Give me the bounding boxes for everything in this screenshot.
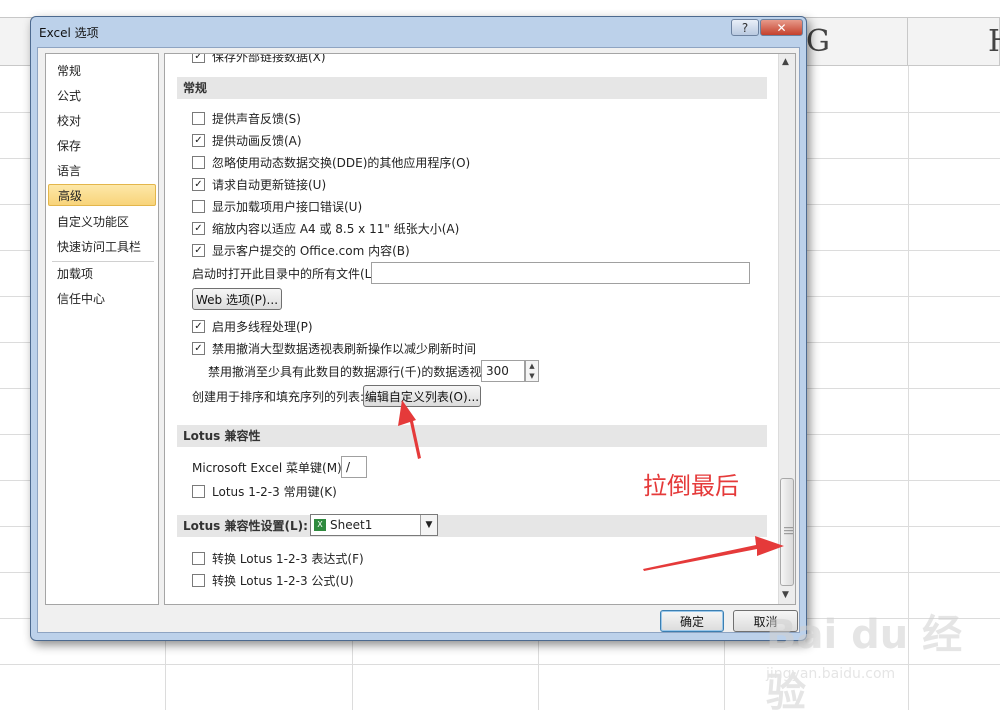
watermark-url: jingyan.baidu.com bbox=[766, 666, 896, 682]
option-disable-pivot-undo[interactable]: ✓ 禁用撤消大型数据透视表刷新操作以减少刷新时间 bbox=[192, 339, 476, 357]
annotation-text: 拉倒最后 bbox=[643, 472, 739, 500]
chevron-down-icon[interactable]: ▼ bbox=[420, 515, 437, 535]
lotus-sheet-select[interactable]: X Sheet1 ▼ bbox=[310, 514, 438, 536]
option-animation-feedback[interactable]: ✓ 提供动画反馈(A) bbox=[192, 131, 302, 149]
checkbox[interactable] bbox=[192, 551, 205, 565]
option-ignore-dde[interactable]: 忽略使用动态数据交换(DDE)的其他应用程序(O) bbox=[192, 153, 470, 171]
section-header-lotus-settings: Lotus 兼容性设置(L): bbox=[177, 515, 767, 537]
startup-folder-label: 启动时打开此目录中的所有文件(L): bbox=[192, 266, 381, 281]
scrollbar-thumb[interactable]: ― ― ― bbox=[780, 478, 794, 586]
checkbox[interactable] bbox=[192, 111, 205, 125]
option-office-com-content[interactable]: ✓ 显示客户提交的 Office.com 内容(B) bbox=[192, 241, 410, 259]
pivot-rows-input[interactable]: 300 bbox=[481, 360, 525, 382]
excel-options-dialog: Excel 选项 ? ✕ 常规 公式 校对 保存 语言 高级 自定义功能区 快速… bbox=[30, 16, 807, 641]
checkbox[interactable]: ✓ bbox=[192, 133, 205, 147]
option-multithread[interactable]: ✓ 启用多线程处理(P) bbox=[192, 317, 313, 335]
nav-item-language[interactable]: 语言 bbox=[48, 160, 156, 182]
option-addin-ui-errors[interactable]: 显示加载项用户接口错误(U) bbox=[192, 197, 362, 215]
checkbox[interactable] bbox=[192, 155, 205, 169]
checkbox[interactable]: ✓ bbox=[192, 177, 205, 191]
checkbox[interactable] bbox=[192, 199, 205, 213]
nav-item-save[interactable]: 保存 bbox=[48, 135, 156, 157]
checkbox[interactable]: ✓ bbox=[192, 319, 205, 333]
baidu-watermark: Bai du 经验 jingyan.baidu.com bbox=[766, 602, 966, 716]
option-sound-feedback[interactable]: 提供声音反馈(S) bbox=[192, 109, 301, 127]
nav-item-addins[interactable]: 加载项 bbox=[48, 263, 156, 285]
option-lotus-expressions[interactable]: 转换 Lotus 1-2-3 表达式(F) bbox=[192, 549, 364, 567]
nav-item-proofing[interactable]: 校对 bbox=[48, 110, 156, 132]
nav-item-quick-access-toolbar[interactable]: 快速访问工具栏 bbox=[48, 236, 156, 258]
checkbox[interactable] bbox=[192, 484, 205, 498]
grip-icon: ― ― ― bbox=[784, 523, 793, 539]
advanced-options-panel: ✓ 保存外部链接数据(X) 常规 提供声音反馈(S) ✓ 提供动画反馈(A) 忽… bbox=[164, 53, 796, 605]
startup-folder-input[interactable] bbox=[371, 262, 750, 284]
nav-item-formulas[interactable]: 公式 bbox=[48, 85, 156, 107]
checkbox[interactable]: ✓ bbox=[192, 243, 205, 257]
checkbox[interactable]: ✓ bbox=[192, 221, 205, 235]
menu-key-label: Microsoft Excel 菜单键(M): bbox=[192, 460, 346, 475]
checkbox[interactable]: ✓ bbox=[192, 54, 205, 63]
pivot-rows-label: 禁用撤消至少具有此数目的数据源行(千)的数据透视表: bbox=[208, 364, 498, 379]
section-header-general: 常规 bbox=[177, 77, 767, 99]
menu-key-input[interactable]: / bbox=[341, 456, 367, 478]
custom-list-label: 创建用于排序和填充序列的列表: bbox=[192, 389, 365, 404]
edit-custom-lists-button[interactable]: 编辑自定义列表(O)... bbox=[363, 385, 481, 407]
web-options-button[interactable]: Web 选项(P)... bbox=[192, 288, 282, 310]
pivot-rows-spinner[interactable]: ▲ ▼ bbox=[525, 360, 539, 382]
checkbox[interactable] bbox=[192, 573, 205, 587]
checkbox[interactable]: ✓ bbox=[192, 341, 205, 355]
nav-item-general[interactable]: 常规 bbox=[48, 60, 156, 82]
vertical-scrollbar[interactable]: ▲ ― ― ― ▼ bbox=[778, 54, 795, 604]
option-lotus-formulas[interactable]: 转换 Lotus 1-2-3 公式(U) bbox=[192, 571, 354, 589]
nav-item-advanced[interactable]: 高级 bbox=[48, 184, 156, 206]
scroll-up-arrow-icon[interactable]: ▲ bbox=[782, 57, 789, 67]
option-save-external-links[interactable]: ✓ 保存外部链接数据(X) bbox=[192, 54, 326, 65]
dialog-body: 常规 公式 校对 保存 语言 高级 自定义功能区 快速访问工具栏 加载项 信任中… bbox=[37, 47, 800, 633]
nav-item-trust-center[interactable]: 信任中心 bbox=[48, 288, 156, 310]
close-button[interactable]: ✕ bbox=[760, 19, 803, 36]
dialog-title: Excel 选项 bbox=[39, 26, 99, 40]
option-lotus-keys[interactable]: Lotus 1-2-3 常用键(K) bbox=[192, 482, 337, 500]
scroll-down-arrow-icon[interactable]: ▼ bbox=[782, 590, 789, 600]
dialog-titlebar[interactable]: Excel 选项 ? ✕ bbox=[31, 17, 806, 47]
column-header-h[interactable]: H bbox=[908, 18, 1000, 66]
help-button[interactable]: ? bbox=[731, 19, 759, 36]
section-header-lotus-compat: Lotus 兼容性 bbox=[177, 425, 767, 447]
nav-item-customize-ribbon[interactable]: 自定义功能区 bbox=[48, 211, 156, 233]
nav-divider bbox=[52, 261, 154, 262]
options-nav: 常规 公式 校对 保存 语言 高级 自定义功能区 快速访问工具栏 加载项 信任中… bbox=[45, 53, 159, 605]
option-auto-update-links[interactable]: ✓ 请求自动更新链接(U) bbox=[192, 175, 326, 193]
option-scale-a4[interactable]: ✓ 缩放内容以适应 A4 或 8.5 x 11" 纸张大小(A) bbox=[192, 219, 459, 237]
watermark-logo: Bai du 经验 bbox=[766, 612, 963, 716]
excel-sheet-icon: X bbox=[314, 519, 326, 531]
ok-button[interactable]: 确定 bbox=[660, 610, 724, 632]
